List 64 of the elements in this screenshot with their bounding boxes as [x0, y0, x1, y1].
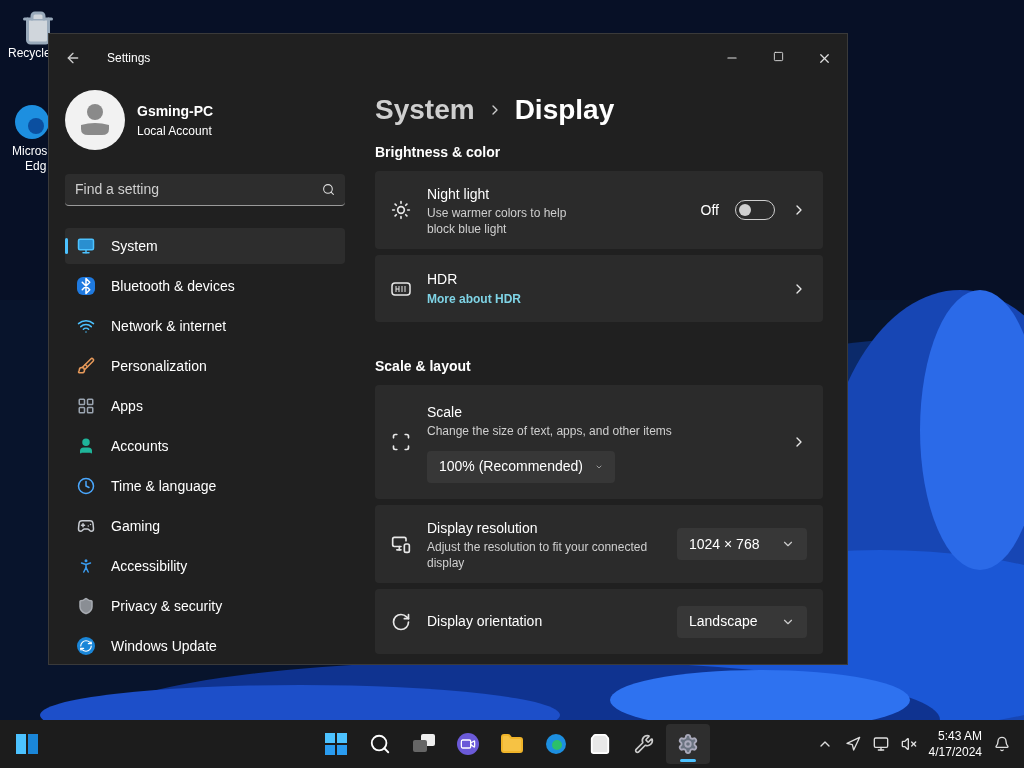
nav-item[interactable]: Network & internet — [65, 308, 345, 344]
nav-item[interactable]: Apps — [65, 388, 345, 424]
setting-card[interactable]: HDR More about HDR — [375, 255, 823, 322]
clock[interactable]: 5:43 AM 4/17/2024 — [928, 728, 982, 760]
setting-card[interactable]: Display resolution Adjust the resolution to fit your connected display 1024 × 768 — [375, 505, 823, 583]
nav-item[interactable]: Personalization — [65, 348, 345, 384]
card-description: Adjust the resolution to fit your connected display — [427, 538, 649, 571]
accounts-icon — [77, 437, 95, 455]
muted-speaker-icon[interactable] — [900, 736, 917, 752]
setting-card[interactable]: Scale Change the size of text, apps, and other items 100% (Recommended) — [375, 385, 823, 499]
nav-item[interactable]: Accounts — [65, 428, 345, 464]
scale-icon — [391, 432, 411, 452]
nav-item[interactable]: System — [65, 228, 345, 264]
window-title: Settings — [107, 50, 151, 67]
section-heading: Scale & layout — [375, 357, 472, 376]
card-title: Scale — [427, 402, 464, 422]
bluetooth-icon — [77, 277, 95, 295]
breadcrumb-item[interactable]: System — [375, 89, 475, 131]
card-title: Display resolution — [427, 518, 539, 538]
recycle-bin-icon[interactable] — [20, 10, 56, 46]
personalization-icon — [77, 357, 95, 375]
dropdown[interactable]: 100% (Recommended) — [427, 450, 615, 483]
resolution-icon — [391, 534, 411, 554]
account-type: Local Account — [137, 122, 213, 140]
desktop-icon-label: Micros Edg — [11, 144, 48, 174]
account-name: Gsming-PC — [137, 101, 214, 121]
update-icon — [77, 637, 95, 655]
nav-item[interactable]: Bluetooth & devices — [65, 268, 345, 304]
search-field[interactable]: Find a setting — [65, 174, 345, 206]
search-icon[interactable] — [322, 183, 335, 196]
card-description: Change the size of text, apps, and other items — [427, 422, 673, 439]
hdr-icon — [391, 281, 411, 296]
nav-item[interactable]: Gaming — [65, 508, 345, 544]
system-icon — [77, 237, 95, 255]
maximize-icon[interactable] — [772, 50, 784, 62]
nav-item[interactable]: Privacy & security — [65, 588, 345, 624]
setting-card[interactable]: Display orientation Landscape — [375, 589, 823, 654]
card-description: Use warmer colors to help block blue light — [427, 204, 568, 237]
privacy-icon — [77, 597, 95, 615]
notification-icon[interactable] — [994, 736, 1010, 752]
back-icon[interactable] — [65, 50, 81, 66]
nav-item[interactable]: Accessibility — [65, 548, 345, 584]
gaming-icon — [77, 517, 95, 535]
widgets-icon[interactable] — [16, 734, 38, 754]
search-input[interactable]: Find a setting — [75, 179, 322, 200]
apps-icon — [77, 397, 95, 415]
rotate-icon — [391, 611, 411, 632]
dropdown[interactable]: Landscape — [677, 605, 807, 638]
avatar — [65, 90, 125, 150]
card-title: Night light — [427, 184, 491, 204]
brightness-icon — [391, 200, 411, 220]
nav-item[interactable]: Windows Update — [65, 628, 345, 664]
settings-icon[interactable] — [666, 724, 710, 764]
breadcrumb-item: Display — [514, 93, 615, 127]
card-title: HDR — [427, 270, 459, 289]
time-icon — [77, 477, 95, 495]
nav-item[interactable]: Time & language — [65, 468, 345, 504]
toggle-state: Off — [700, 200, 719, 220]
dropdown[interactable]: 1024 × 768 — [677, 528, 807, 560]
setting-card[interactable]: Night light Use warmer colors to help block blue light Off — [375, 171, 823, 249]
section-heading: Brightness & color — [375, 143, 502, 162]
link[interactable]: More about HDR — [427, 290, 775, 308]
card-title: Display orientation — [427, 612, 544, 631]
location-icon[interactable] — [844, 736, 861, 752]
